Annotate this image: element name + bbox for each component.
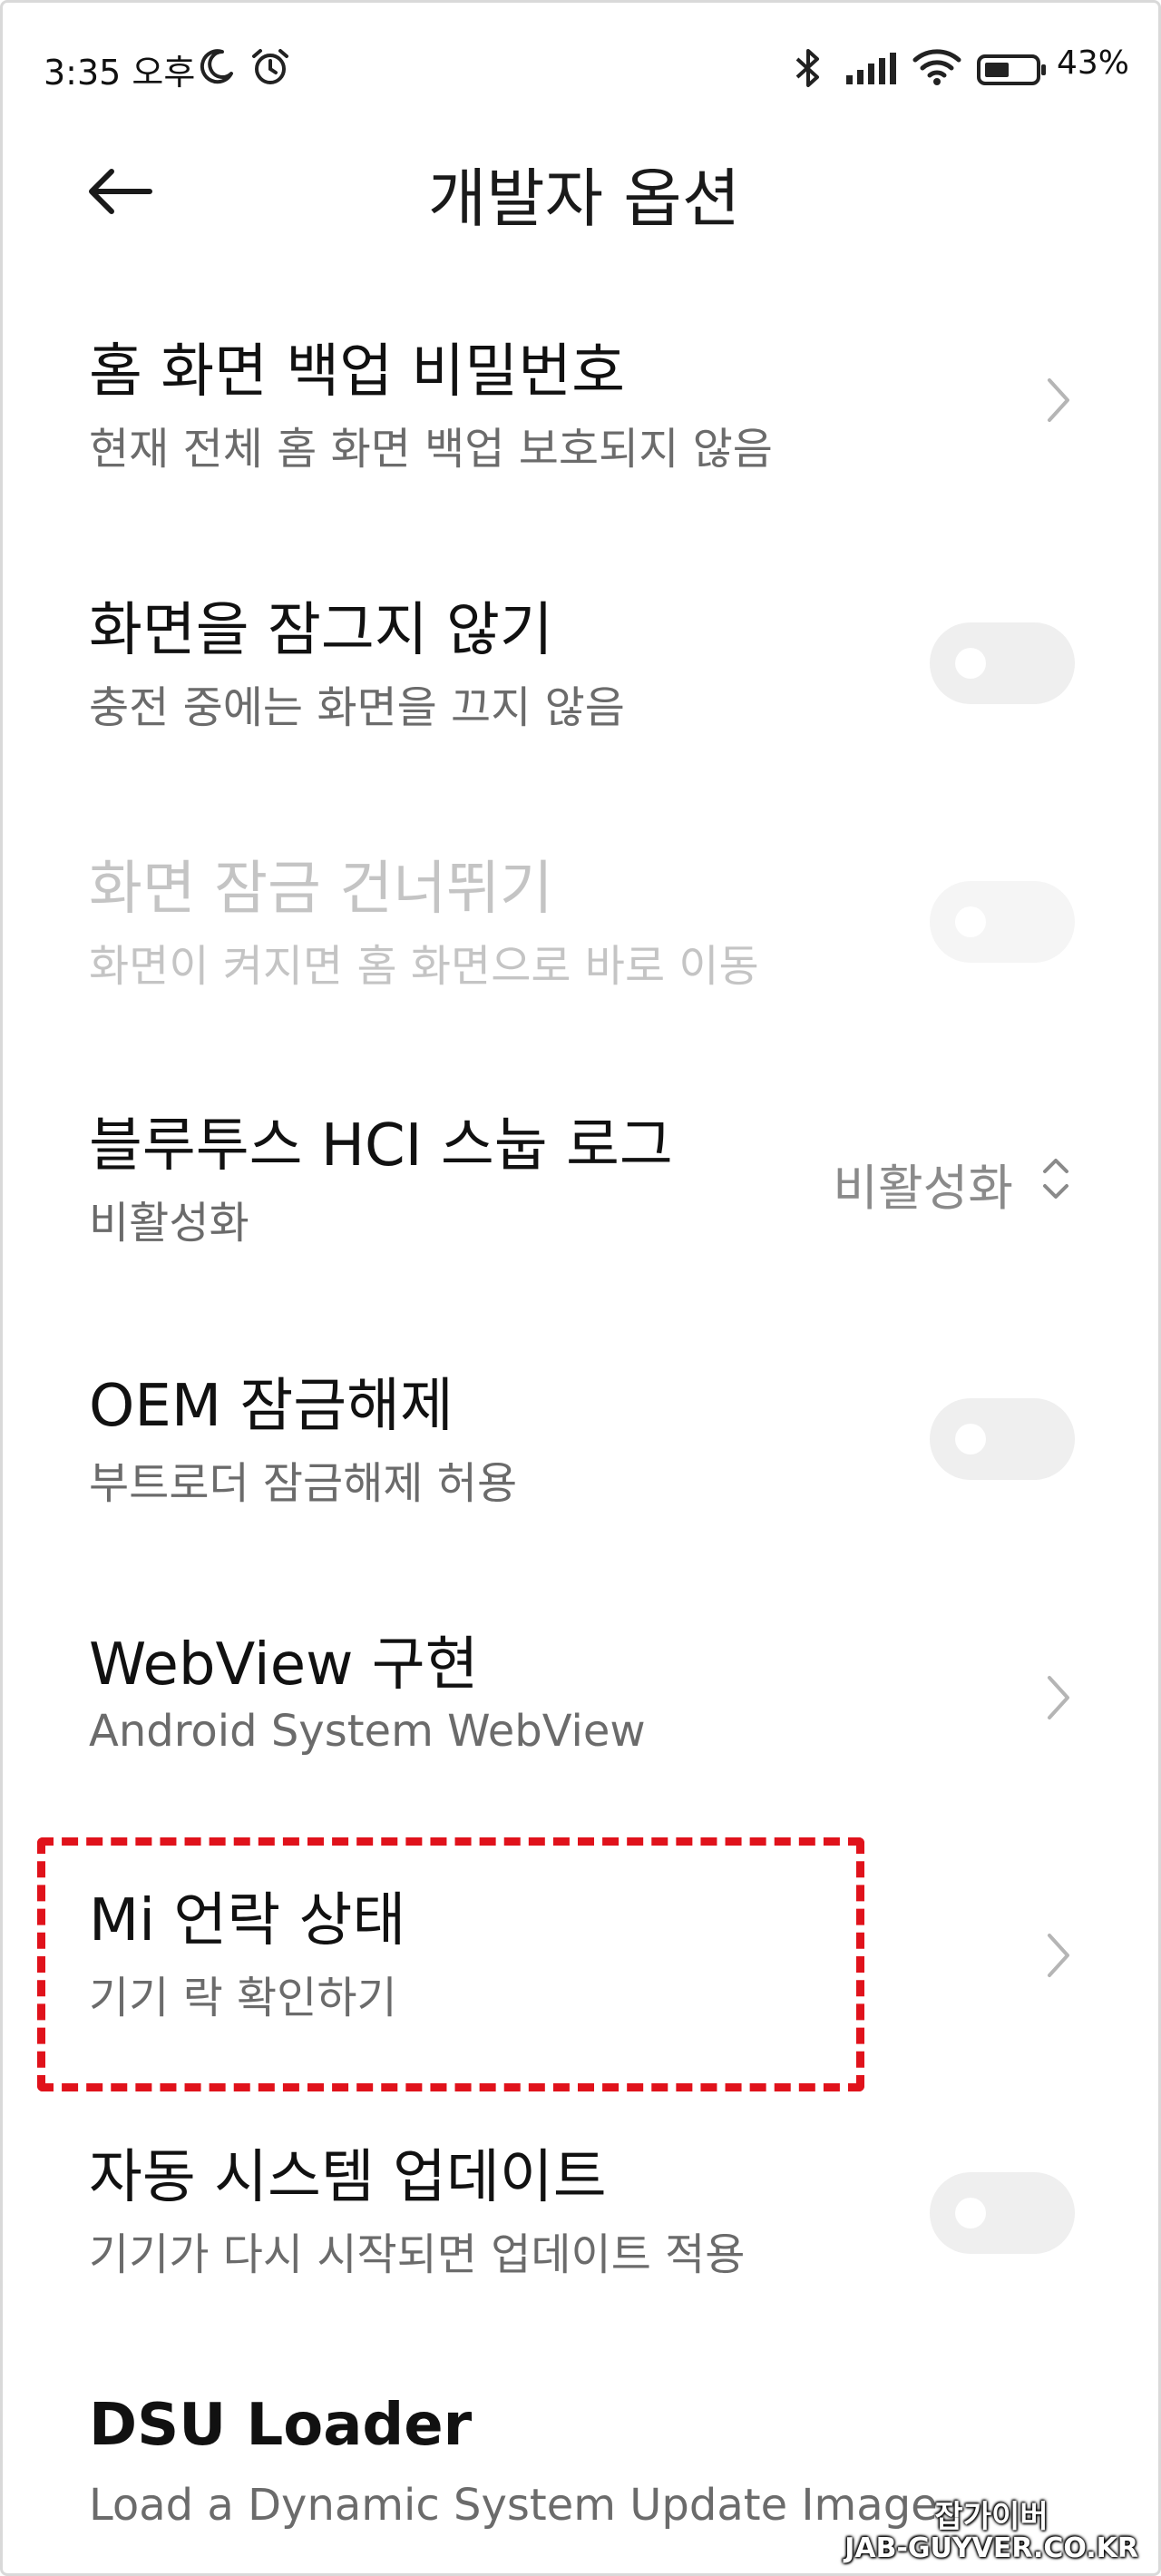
row-title: DSU Loader xyxy=(89,2392,473,2459)
row-subtitle: 현재 전체 홈 화면 백업 보호되지 않음 xyxy=(89,424,773,475)
screen: 3:35 오후 43% 개발자 옵션 홈 화면 백업 비밀번호 현재 전체 홈 … xyxy=(0,0,1161,2576)
automatic-updates-toggle[interactable] xyxy=(930,2172,1075,2254)
bluetooth-icon xyxy=(790,46,826,93)
status-bar: 3:35 오후 43% xyxy=(3,37,1158,110)
row-subtitle: Android System WebView xyxy=(89,1706,646,1757)
chevron-right-icon xyxy=(1048,1934,1069,1977)
page-title: 개발자 옵션 xyxy=(427,162,741,236)
chevron-right-icon xyxy=(1048,378,1069,422)
row-home-backup-password[interactable]: 홈 화면 백업 비밀번호 현재 전체 홈 화면 백업 보호되지 않음 xyxy=(3,311,1158,502)
battery-icon xyxy=(977,54,1049,90)
row-subtitle: 기기가 다시 시작되면 업데이트 적용 xyxy=(89,2229,746,2280)
row-stay-awake[interactable]: 화면을 잠그지 않기 충전 중에는 화면을 끄지 않음 xyxy=(3,574,1158,756)
highlight-annotation-box xyxy=(37,1837,864,2091)
moon-icon xyxy=(197,46,237,90)
row-title: 화면 잠금 건너뛰기 xyxy=(89,856,553,923)
row-webview-implementation[interactable]: WebView 구현 Android System WebView xyxy=(3,1609,1158,1790)
row-title: WebView 구현 xyxy=(89,1631,479,1699)
watermark-line-1: 잡가이버 xyxy=(934,2498,1049,2535)
oem-unlocking-toggle[interactable] xyxy=(930,1398,1075,1480)
wifi-icon xyxy=(912,46,961,90)
row-subtitle: 충전 중에는 화면을 끄지 않음 xyxy=(89,682,625,733)
skip-lock-screen-toggle xyxy=(930,881,1075,963)
row-title: 블루투스 HCI 스눕 로그 xyxy=(89,1112,673,1180)
stay-awake-toggle[interactable] xyxy=(930,622,1075,704)
row-subtitle: 부트로더 잠금해제 허용 xyxy=(89,1458,518,1509)
battery-percent: 43% xyxy=(1057,44,1130,82)
status-time: 3:35 오후 xyxy=(44,53,196,93)
row-subtitle: 화면이 켜지면 홈 화면으로 바로 이동 xyxy=(89,941,759,992)
signal-icon xyxy=(844,52,899,90)
chevron-up-down-icon xyxy=(1043,1159,1068,1199)
chevron-right-icon xyxy=(1048,1676,1069,1719)
row-subtitle: Load a Dynamic System Update Image xyxy=(89,2480,938,2531)
row-title: 자동 시스템 업데이트 xyxy=(89,2144,607,2211)
snoop-log-select-value[interactable]: 비활성화 xyxy=(833,1148,1013,1219)
row-subtitle: 비활성화 xyxy=(89,1198,249,1249)
watermark-line-2: JAB-GUYVER.CO.KR xyxy=(844,2532,1138,2564)
watermark: 잡가이버 JAB-GUYVER.CO.KR xyxy=(844,2498,1138,2564)
row-title: OEM 잠금해제 xyxy=(89,1373,454,1440)
row-title: 화면을 잠그지 않기 xyxy=(89,597,553,664)
row-automatic-system-updates[interactable]: 자동 시스템 업데이트 기기가 다시 시작되면 업데이트 적용 xyxy=(3,2121,1158,2303)
row-oem-unlocking[interactable]: OEM 잠금해제 부트로더 잠금해제 허용 xyxy=(3,1350,1158,1532)
row-skip-lock-screen: 화면 잠금 건너뛰기 화면이 켜지면 홈 화면으로 바로 이동 xyxy=(3,833,1158,1014)
alarm-icon xyxy=(249,46,291,92)
row-bluetooth-hci-snoop-log[interactable]: 블루투스 HCI 스눕 로그 비활성화 비활성화 xyxy=(3,1092,1158,1273)
row-title: 홈 화면 백업 비밀번호 xyxy=(89,338,625,406)
app-header: 개발자 옵션 xyxy=(3,139,1158,248)
